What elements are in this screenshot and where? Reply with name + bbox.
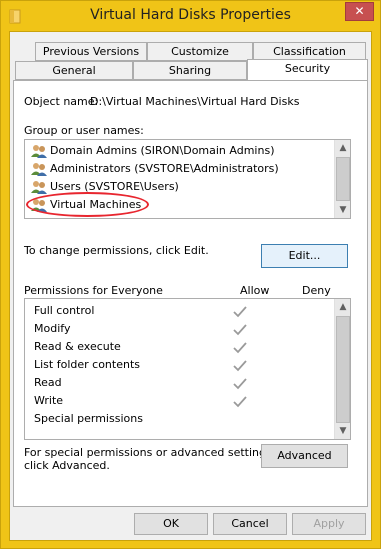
permission-name: Modify <box>34 322 71 335</box>
tab-previous-versions[interactable]: Previous Versions <box>35 42 147 61</box>
ok-button[interactable]: OK <box>134 513 208 535</box>
allow-header: Allow <box>240 284 270 297</box>
permission-name: Write <box>34 394 64 407</box>
allow-checkmark-icon <box>233 324 247 336</box>
scroll-thumb[interactable] <box>336 316 350 423</box>
group-list-label: Group or user names: <box>24 124 144 137</box>
scroll-down-arrow-icon[interactable]: ▼ <box>335 423 351 439</box>
advanced-button[interactable]: Advanced <box>261 444 348 468</box>
highlight-annotation <box>26 192 149 217</box>
group-list-scrollbar[interactable]: ▲ ▼ <box>334 140 350 218</box>
edit-button[interactable]: Edit... <box>261 244 348 268</box>
window-title: Virtual Hard Disks Properties <box>90 7 291 23</box>
allow-checkmark-icon <box>233 378 247 390</box>
permissions-listbox[interactable]: Full control Modify Read & execute List fol… <box>24 298 351 440</box>
object-name-label: Object name: <box>24 95 99 108</box>
scroll-up-arrow-icon[interactable]: ▲ <box>335 140 351 156</box>
scroll-thumb[interactable] <box>336 157 350 201</box>
tab-security[interactable]: Security <box>247 59 368 80</box>
user-group-icon <box>31 145 47 158</box>
close-button[interactable]: ✕ <box>345 2 374 21</box>
permission-name: Read & execute <box>34 340 121 353</box>
scroll-up-arrow-icon[interactable]: ▲ <box>335 299 351 315</box>
allow-checkmark-icon <box>233 396 247 408</box>
list-item[interactable]: Administrators (SVSTORE\Administrators) <box>31 160 279 177</box>
permissions-for-label: Permissions for Everyone <box>24 284 163 297</box>
object-name-value: D:\Virtual Machines\Virtual Hard Disks <box>90 95 300 108</box>
allow-checkmark-icon <box>233 342 247 354</box>
user-group-icon <box>31 163 47 176</box>
deny-header: Deny <box>302 284 331 297</box>
group-name: Administrators (SVSTORE\Administrators) <box>50 162 279 175</box>
change-permissions-text: To change permissions, click Edit. <box>24 244 209 257</box>
title-bar[interactable]: Virtual Hard Disks Properties ✕ <box>1 1 380 31</box>
advanced-text-line-2: click Advanced. <box>24 459 110 472</box>
cancel-button[interactable]: Cancel <box>213 513 287 535</box>
apply-button[interactable]: Apply <box>292 513 366 535</box>
permission-name: Special permissions <box>34 412 143 425</box>
scroll-down-arrow-icon[interactable]: ▼ <box>335 202 351 218</box>
allow-checkmark-icon <box>233 306 247 318</box>
group-name: Users (SVSTORE\Users) <box>50 180 179 193</box>
permission-name: Read <box>34 376 62 389</box>
close-icon: ✕ <box>354 4 365 18</box>
tab-sharing[interactable]: Sharing <box>133 61 247 80</box>
tab-customize[interactable]: Customize <box>147 42 253 61</box>
permission-name: List folder contents <box>34 358 140 371</box>
list-item[interactable]: Domain Admins (SIRON\Domain Admins) <box>31 142 274 159</box>
dialog-client: Previous Versions Customize Classificati… <box>9 31 372 541</box>
properties-window: Virtual Hard Disks Properties ✕ Previous… <box>0 0 381 549</box>
permission-name: Full control <box>34 304 95 317</box>
group-name: Domain Admins (SIRON\Domain Admins) <box>50 144 275 157</box>
user-group-icon <box>31 181 47 194</box>
tab-general[interactable]: General <box>15 61 133 80</box>
permissions-scrollbar[interactable]: ▲ ▼ <box>334 299 350 439</box>
security-panel: Object name: D:\Virtual Machines\Virtual… <box>13 80 368 507</box>
allow-checkmark-icon <box>233 360 247 372</box>
group-listbox[interactable]: Domain Admins (SIRON\Domain Admins) Admi… <box>24 139 351 219</box>
advanced-text-line-1: For special permissions or advanced sett… <box>24 446 276 459</box>
